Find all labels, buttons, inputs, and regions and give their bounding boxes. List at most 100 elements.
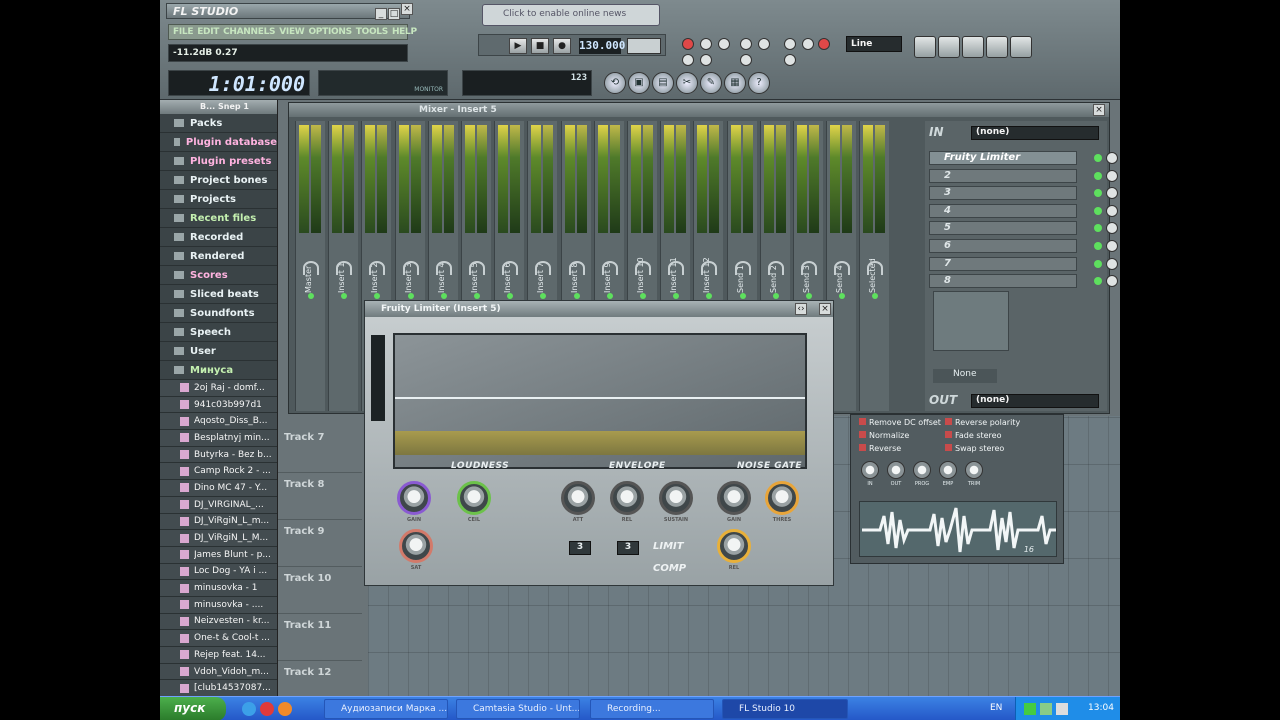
multilink-icon[interactable] — [784, 54, 796, 66]
restore-button[interactable]: □ — [388, 8, 400, 20]
punch-icon[interactable] — [700, 54, 712, 66]
browser-folder[interactable]: Recent files — [160, 209, 277, 228]
pan-knob[interactable] — [601, 261, 618, 275]
fx-enable-led[interactable] — [1094, 259, 1102, 268]
enable-led[interactable] — [474, 293, 480, 299]
pan-knob[interactable] — [502, 261, 519, 275]
limiter-display[interactable] — [393, 333, 807, 469]
minimize-button[interactable]: _ — [375, 8, 387, 20]
sustain-knob[interactable] — [659, 481, 693, 515]
menu-help[interactable]: HELP — [392, 27, 417, 37]
overdub-icon[interactable] — [682, 54, 694, 66]
browser-file[interactable]: Neizvesten - kr... — [160, 613, 277, 631]
record-mode-icon[interactable] — [682, 38, 694, 50]
plugin-picker-icon[interactable]: ▣ — [628, 72, 650, 94]
tempo-display[interactable]: 130.000 — [579, 38, 625, 54]
limiter-side-strip[interactable] — [371, 335, 385, 421]
enable-led[interactable] — [673, 293, 680, 299]
pan-knob[interactable] — [535, 261, 552, 275]
browser-folder[interactable]: Speech — [160, 323, 277, 342]
mixer-strip[interactable]: Master — [295, 121, 325, 411]
pan-knob[interactable] — [336, 261, 353, 275]
sample-option-checkbox[interactable]: Normalize — [859, 431, 909, 440]
sample-option-checkbox[interactable]: Reverse — [859, 444, 901, 453]
fx-slot[interactable]: 7 — [929, 256, 1118, 271]
metronome-icon[interactable] — [700, 38, 712, 50]
fx-slot[interactable]: 8 — [929, 274, 1118, 289]
enable-led[interactable] — [374, 293, 381, 299]
sample-knob[interactable] — [887, 461, 905, 479]
gate-gain-knob[interactable] — [717, 481, 751, 515]
track-label[interactable]: Track 8 — [284, 479, 324, 490]
pan-knob[interactable] — [635, 261, 651, 275]
pan-knob[interactable] — [801, 261, 817, 275]
fx-mix-knob[interactable] — [1106, 240, 1118, 252]
browser-file[interactable]: DJ_VIRGINAL_... — [160, 496, 277, 514]
browser-file[interactable]: Butyrka - Bez b... — [160, 446, 277, 464]
enable-led[interactable] — [806, 293, 812, 299]
pan-knob[interactable] — [469, 261, 485, 275]
firefox-icon[interactable] — [278, 702, 292, 716]
blend-notes-icon[interactable] — [758, 38, 770, 50]
fx-enable-led[interactable] — [1094, 242, 1102, 250]
gain-knob[interactable] — [397, 481, 431, 515]
fx-mix-knob[interactable] — [1106, 257, 1118, 270]
browser-file[interactable]: James Blunt - p... — [160, 546, 277, 564]
enable-led[interactable] — [440, 293, 447, 299]
browser-file[interactable]: minusovka - .... — [160, 596, 277, 614]
enable-led[interactable] — [839, 293, 846, 299]
saturation-knob[interactable] — [399, 529, 433, 563]
menu-edit[interactable]: EDIT — [197, 27, 219, 37]
browser-file[interactable]: DJ_ViRgiN_L_M... — [160, 530, 277, 547]
wand-icon[interactable]: ✎ — [700, 72, 722, 94]
pan-knob[interactable] — [402, 261, 419, 275]
enable-led[interactable] — [872, 293, 879, 299]
browser-folder[interactable]: User — [160, 342, 277, 361]
browser-folder[interactable]: Sliced beats — [160, 285, 277, 304]
ceiling-knob[interactable] — [457, 481, 491, 515]
sample-option-checkbox[interactable]: Swap stereo — [945, 444, 1004, 453]
browser-file[interactable]: 941c03b997d1 — [160, 396, 277, 414]
pan-knob[interactable] — [767, 261, 784, 275]
browser-file[interactable]: Aqosto_Diss_B... — [160, 413, 277, 431]
fx-enable-led[interactable] — [1094, 206, 1102, 215]
fx-enable-led[interactable] — [1094, 171, 1102, 180]
menu-channels[interactable]: CHANNELS — [223, 27, 275, 37]
enable-led[interactable] — [606, 293, 613, 299]
pan-knob[interactable] — [668, 261, 685, 275]
pan-knob[interactable] — [303, 261, 319, 275]
pan-knob[interactable] — [834, 261, 851, 275]
language-indicator[interactable]: EN — [990, 703, 1002, 713]
fx-slot[interactable]: 4 — [929, 203, 1118, 218]
enable-led[interactable] — [706, 293, 713, 299]
taskbar-task[interactable]: Аудиозаписи Марка ... — [324, 699, 448, 719]
step-edit-icon[interactable] — [740, 38, 752, 50]
fx-mix-knob[interactable] — [1106, 169, 1118, 182]
sample-option-checkbox[interactable]: Remove DC offset — [859, 418, 941, 427]
browser-folder[interactable]: Минуса — [160, 361, 277, 380]
stop-button[interactable]: ■ — [531, 38, 549, 54]
mixer-view-icon[interactable] — [1010, 36, 1032, 58]
enable-led[interactable] — [308, 293, 314, 299]
pan-knob[interactable] — [568, 261, 585, 275]
fx-slot[interactable]: 3 — [929, 186, 1118, 201]
browser-folder[interactable]: Recorded — [160, 228, 277, 247]
pan-knob[interactable] — [369, 261, 386, 275]
sample-knob[interactable] — [913, 461, 931, 479]
step-sequencer-view-icon[interactable] — [938, 36, 960, 58]
limiter-close-button[interactable]: × — [819, 303, 831, 315]
browser-folder[interactable]: Plugin presets — [160, 152, 277, 171]
browser-file[interactable]: Dino MC 47 - Y... — [160, 480, 277, 497]
close-button[interactable]: × — [401, 3, 413, 15]
opera-icon[interactable] — [260, 702, 274, 716]
tray-app-icon[interactable] — [1056, 703, 1068, 715]
song-time-display[interactable]: 1:01:000 — [168, 70, 310, 96]
project-info-icon[interactable]: ▤ — [652, 72, 674, 94]
waveform-display[interactable]: 16 — [859, 501, 1057, 557]
browser-folder[interactable]: Project bones — [160, 171, 277, 190]
browser-folder[interactable]: Plugin database — [160, 133, 277, 152]
fx-slot[interactable]: 6 — [929, 239, 1118, 253]
enable-led[interactable] — [739, 293, 746, 299]
browser-file[interactable]: Vdoh_Vidoh_m... — [160, 663, 277, 681]
gate-release-knob[interactable] — [717, 529, 751, 563]
